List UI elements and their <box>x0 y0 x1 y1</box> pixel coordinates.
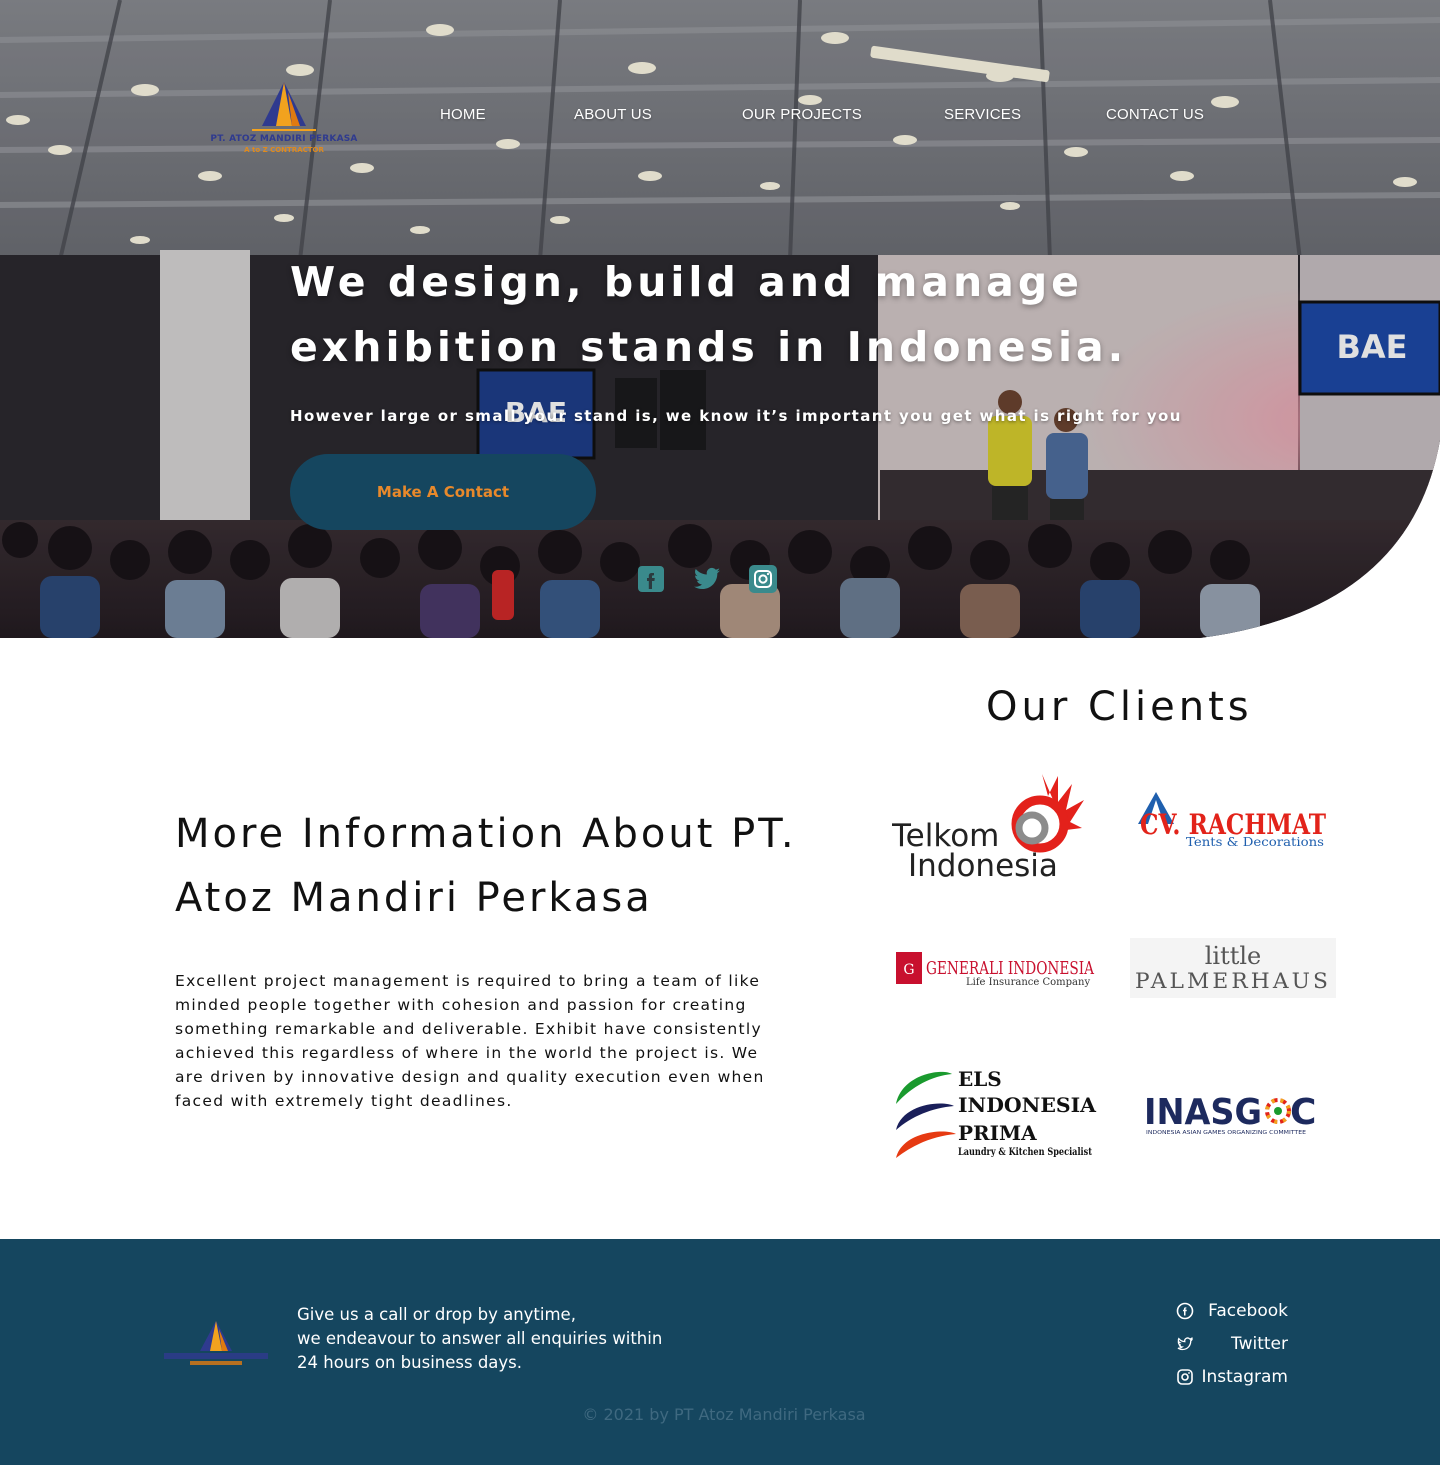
info-body: Excellent project management is required… <box>175 972 765 1110</box>
facebook-icon[interactable] <box>636 564 666 594</box>
inasgoc-logo: INASG C INDONESIA ASIAN GAMES ORGANIZING… <box>1144 1090 1324 1138</box>
els-line1: ELS <box>958 1067 1002 1091</box>
nav-home[interactable]: HOME <box>440 106 486 123</box>
generali-line2: Life Insurance Company <box>966 977 1090 988</box>
footer-twitter-label: Twitter <box>1231 1333 1288 1354</box>
nav-services[interactable]: SERVICES <box>944 106 1021 123</box>
logo-text: PT. ATOZ MANDIRI PERKASA <box>210 134 358 144</box>
generali-line1: GENERALI INDONESIA <box>926 958 1095 979</box>
hero-section: BAE BAE PT. ATOZ MANDIRI PERKASA A to Z … <box>0 0 1440 638</box>
footer-facebook-link[interactable]: Facebook <box>1176 1294 1288 1327</box>
generali-logo: G GENERALI INDONESIA Life Insurance Comp… <box>894 948 1098 992</box>
palmerhaus-line2: PALMERHAUS <box>1135 969 1331 993</box>
nav-our-projects[interactable]: OUR PROJECTS <box>742 106 862 123</box>
els-line3: PRIMA <box>958 1121 1037 1145</box>
make-contact-button[interactable]: Make A Contact <box>290 454 596 530</box>
els-logo: ELS INDONESIA PRIMA Laundry & Kitchen Sp… <box>892 1064 1098 1164</box>
els-line4: Laundry & Kitchen Specialist <box>958 1147 1092 1158</box>
info-title: More Information About PT. Atoz Mandiri … <box>175 811 797 921</box>
hero-title: We design, build and manage exhibition s… <box>290 258 1128 371</box>
copyright-text: © 2021 by PT Atoz Mandiri Perkasa <box>582 1405 866 1424</box>
footer: Give us a call or drop by anytime, we en… <box>0 1239 1440 1465</box>
twitter-icon <box>1177 1336 1194 1350</box>
hero-social-bar <box>636 564 778 596</box>
rachmat-line2: Tents & Decorations <box>1186 835 1324 849</box>
footer-text-line1: Give us a call or drop by anytime, <box>297 1305 576 1324</box>
footer-logo[interactable] <box>160 1311 272 1371</box>
nav-about-us[interactable]: ABOUT US <box>574 106 652 123</box>
palmerhaus-line1: little <box>1205 942 1262 970</box>
footer-text-line2: we endeavour to answer all enquiries wit… <box>297 1329 663 1348</box>
hero-subtitle: However large or small your stand is, we… <box>290 407 1182 425</box>
footer-text-line3: 24 hours on business days. <box>297 1353 523 1372</box>
telkom-line2: Indonesia <box>908 848 1058 882</box>
inasgoc-line1: INASG <box>1144 1092 1262 1133</box>
footer-instagram-label: Instagram <box>1201 1366 1289 1387</box>
clients-title: Our Clients <box>986 684 1253 730</box>
main-nav: HOME ABOUT US OUR PROJECTS SERVICES CONT… <box>0 106 1440 130</box>
inasgoc-line1b: C <box>1290 1092 1316 1133</box>
footer-instagram-link[interactable]: Instagram <box>1176 1360 1288 1393</box>
instagram-icon[interactable] <box>748 564 778 594</box>
svg-text:G: G <box>903 962 914 978</box>
instagram-icon <box>1177 1368 1193 1385</box>
palmerhaus-logo: little PALMERHAUS <box>1130 938 1336 998</box>
twitter-icon[interactable] <box>692 564 722 594</box>
logo-subtext: A to Z CONTRACTOR <box>244 146 324 154</box>
facebook-icon <box>1176 1302 1194 1319</box>
nav-contact-us[interactable]: CONTACT US <box>1106 106 1204 123</box>
footer-logo-mark-icon <box>164 1321 268 1365</box>
telkom-logo: Telkom Indonesia <box>892 766 1098 882</box>
footer-social-list: Facebook Twitter Instagram <box>1176 1294 1316 1393</box>
footer-facebook-label: Facebook <box>1208 1300 1288 1321</box>
inasgoc-line2: INDONESIA ASIAN GAMES ORGANIZING COMMITT… <box>1146 1130 1306 1136</box>
rachmat-logo: CV. RACHMAT Tents & Decorations <box>1134 790 1330 854</box>
footer-contact-text: Give us a call or drop by anytime, we en… <box>297 1303 717 1375</box>
els-line2: INDONESIA <box>958 1093 1096 1117</box>
footer-twitter-link[interactable]: Twitter <box>1176 1327 1288 1360</box>
